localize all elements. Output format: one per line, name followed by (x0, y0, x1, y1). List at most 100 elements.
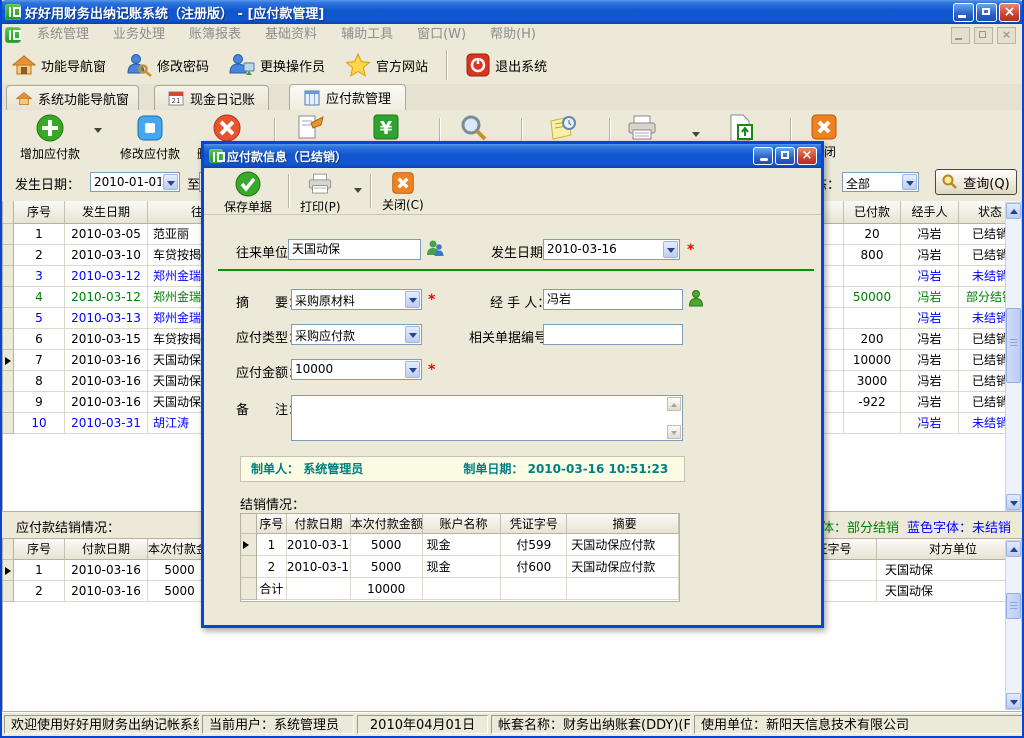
payment-button[interactable]: ¥ (372, 113, 400, 141)
menu-item-1[interactable]: 系统管理 (25, 24, 101, 46)
toolbar-button-label: 官方网站 (376, 56, 428, 75)
add-icon (35, 113, 65, 143)
person-green-icon[interactable] (688, 290, 704, 307)
toolbar-button-1[interactable]: 功能导航窗 (2, 49, 116, 81)
scroll-down-icon[interactable] (1006, 693, 1021, 709)
toolbar-button-3[interactable]: 更换操作员 (219, 49, 335, 81)
save-voucher-button[interactable]: 保存单据 (224, 171, 272, 215)
payable-type-combo[interactable]: 采购应付款 (291, 324, 422, 345)
dialog-minimize-button[interactable] (753, 147, 773, 165)
dialog-toolbar: 保存单据 打印(P) 关闭(C) (204, 168, 821, 215)
edit-payable-button[interactable]: 修改应付款 (120, 113, 180, 162)
row-selector-header (241, 514, 257, 534)
menu-item-6[interactable]: 窗口(W) (405, 24, 478, 46)
tab-2[interactable]: 21现金日记账 (154, 85, 269, 110)
row-selector (241, 556, 257, 578)
toolbar-button-4[interactable]: 官方网站 (335, 49, 438, 81)
scroll-up-icon[interactable] (1006, 541, 1021, 557)
occur-date-combo[interactable]: 2010-03-16 (543, 239, 680, 260)
chevron-down-icon[interactable] (163, 174, 178, 190)
chevron-down-icon[interactable] (405, 326, 420, 343)
view-button[interactable] (458, 113, 490, 143)
scroll-down-icon[interactable] (1006, 494, 1021, 510)
payable-amount-combo[interactable]: 10000 (291, 359, 422, 380)
column-header: 摘要 (567, 514, 679, 534)
status-filter-combo[interactable]: 全部 (842, 172, 919, 192)
dialog-close-action-button[interactable]: 关闭(C) (382, 171, 424, 213)
column-header: 付款日期 (287, 514, 351, 534)
menu-item-4[interactable]: 基础资料 (253, 24, 329, 46)
column-header[interactable]: 序号 (14, 201, 65, 224)
scroll-thumb[interactable] (1006, 593, 1021, 619)
menu-item-3[interactable]: 账簿报表 (177, 24, 253, 46)
table-row[interactable]: 22010-03-165000现金付600天国动保应付款 (241, 556, 679, 578)
log-button[interactable] (547, 113, 579, 143)
chevron-down-icon[interactable] (405, 361, 420, 378)
summary-combo[interactable]: 采购原材料 (291, 289, 422, 310)
row-selector (3, 413, 14, 434)
close-button[interactable]: × (999, 3, 1020, 22)
column-header[interactable]: 序号 (14, 539, 65, 560)
scroll-up-icon[interactable] (667, 397, 681, 411)
print-dropdown-arrow[interactable] (692, 132, 700, 137)
mdi-restore-button[interactable] (974, 27, 993, 44)
cell: 2010-03-16 (65, 560, 148, 581)
column-header[interactable]: 已付款 (844, 201, 901, 224)
cell (501, 578, 567, 600)
print-dropdown-arrow[interactable] (354, 188, 362, 193)
query-button[interactable]: 查询(Q) (935, 169, 1017, 195)
dialog-restore-button[interactable] (775, 147, 795, 165)
cell (423, 578, 502, 600)
legend-unsettled: 蓝色字体：未结销 (907, 517, 1011, 536)
dialog-close-button[interactable]: × (797, 147, 817, 165)
scroll-up-icon[interactable] (1006, 203, 1021, 219)
scroll-thumb[interactable] (1006, 308, 1021, 383)
handler-input[interactable]: 冯岩 (543, 289, 683, 310)
table-row[interactable]: 12010-03-165000现金付599天国动保应付款 (241, 534, 679, 556)
menu-item-5[interactable]: 辅助工具 (329, 24, 405, 46)
settlement-scrollbar[interactable] (1005, 540, 1022, 710)
svg-text:¥: ¥ (380, 118, 393, 139)
column-header[interactable]: 付款日期 (65, 539, 148, 560)
dialog-print-button[interactable]: 打印(P) (300, 171, 341, 215)
unit-input[interactable]: 天国动保 (288, 239, 421, 260)
mdi-minimize-button[interactable] (951, 27, 970, 44)
add-payable-button[interactable]: 增加应付款 (20, 113, 80, 162)
restore-button[interactable] (976, 3, 997, 22)
menu-item-2[interactable]: 业务处理 (101, 24, 177, 46)
export-button[interactable] (726, 113, 754, 143)
print-button[interactable] (625, 113, 659, 143)
scroll-down-icon[interactable] (667, 425, 681, 439)
minimize-button[interactable] (953, 3, 974, 22)
person-lookup-icon[interactable] (426, 239, 444, 257)
column-header[interactable]: 发生日期 (65, 201, 148, 224)
add-dropdown-arrow[interactable] (94, 128, 102, 133)
cell: 冯岩 (901, 413, 959, 434)
chevron-down-icon[interactable] (902, 174, 917, 190)
toolbar-button-2[interactable]: 修改密码 (116, 49, 219, 81)
payables-scrollbar[interactable] (1005, 202, 1022, 511)
tab-3[interactable]: 应付款管理 (289, 84, 406, 110)
cell: 2010-03-31 (65, 413, 148, 434)
current-row-arrow-icon (243, 541, 249, 549)
home-icon (16, 91, 32, 106)
window-title: 好好用财务出纳记账系统（注册版） - [应付款管理] (25, 3, 324, 22)
tab-1[interactable]: 系统功能导航窗 (6, 85, 139, 110)
chevron-down-icon[interactable] (405, 291, 420, 308)
column-header[interactable]: 对方单位 (877, 539, 1022, 560)
chevron-down-icon[interactable] (663, 241, 678, 258)
mdi-close-button[interactable]: × (997, 27, 1016, 44)
date-from-combo[interactable]: 2010-01-01 (90, 172, 180, 192)
note-textarea[interactable] (291, 395, 683, 441)
cell: 2010-03-16 (287, 534, 351, 556)
column-header[interactable]: 经手人 (901, 201, 959, 224)
main-toolbar: 功能导航窗修改密码更换操作员 官方网站 退出系统 (2, 46, 1022, 85)
settle-payable-button[interactable] (295, 113, 327, 143)
cell: 冯岩 (901, 329, 959, 350)
status-panel-5: 使用单位：新阳天信息技术有限公司 (694, 715, 1024, 734)
toolbar-button-5[interactable]: 退出系统 (456, 49, 557, 81)
cell: 2010-03-13 (65, 308, 148, 329)
ref-number-input[interactable] (543, 324, 683, 345)
cell: 50000 (844, 287, 901, 308)
menu-item-7[interactable]: 帮助(H) (478, 24, 548, 46)
